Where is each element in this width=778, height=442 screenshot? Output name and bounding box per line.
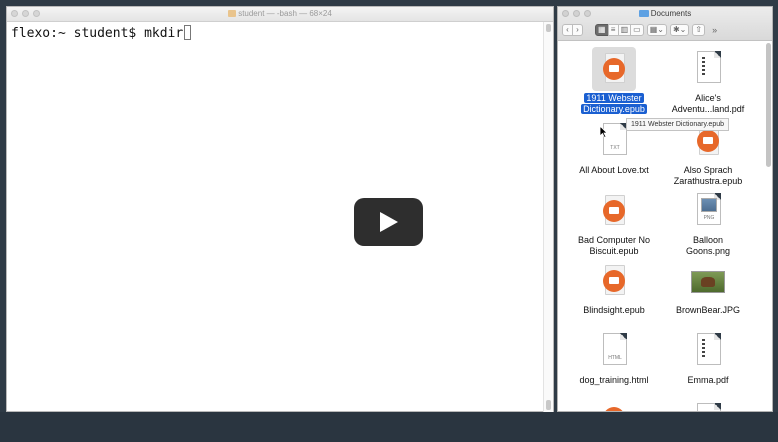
file-item[interactable]: Emma.pdf	[658, 329, 758, 386]
shell-prompt: flexo:~ student$	[11, 26, 145, 41]
video-play-button[interactable]	[354, 198, 423, 246]
html-file-icon: HTML	[592, 329, 636, 373]
file-label: Bad Computer No Biscuit.epub	[577, 235, 651, 256]
column-view-button[interactable]: ▥	[617, 24, 632, 36]
epub-file-icon	[592, 47, 636, 91]
document-file-icon	[686, 399, 730, 411]
finder-title-text: Documents	[650, 9, 692, 18]
file-item[interactable]: 1911 Webster Dictionary.epub	[564, 47, 664, 115]
file-label: Balloon Goons.png	[685, 235, 731, 256]
text-cursor	[184, 25, 192, 40]
finder-toolbar: ‹ › ▦ ≡ ▥ ▭ ▦⌄ ✱⌄ ⇧ »	[562, 23, 768, 37]
epub-file-icon	[592, 259, 636, 303]
finder-title: Documents	[558, 8, 772, 20]
file-label: All About Love.txt	[579, 165, 649, 175]
gallery-view-button[interactable]: ▭	[630, 24, 644, 36]
play-icon	[380, 212, 398, 232]
finder-scrollbar[interactable]	[766, 43, 771, 167]
view-buttons: ▦ ≡ ▥ ▭	[595, 24, 644, 36]
file-item[interactable]: Alice's Adventu...land.pdf	[658, 47, 758, 115]
terminal-scrollbar[interactable]	[543, 22, 553, 412]
nav-buttons: ‹ ›	[562, 24, 583, 36]
terminal-scrollbar-top-thumb[interactable]	[546, 24, 551, 32]
terminal-scrollbar-bottom-thumb[interactable]	[546, 400, 551, 410]
filename-tooltip: 1911 Webster Dictionary.epub	[626, 118, 729, 131]
command-text[interactable]: mkdir	[144, 26, 183, 41]
terminal-title: student — -bash — 68×24	[7, 8, 553, 20]
file-label: Emma.pdf	[687, 375, 729, 385]
file-label: Also Sprach Zarathustra.epub	[673, 165, 743, 186]
folder-icon	[638, 10, 649, 17]
video-bottom-strip	[0, 412, 778, 442]
file-label: BrownBear.JPG	[675, 305, 741, 315]
home-folder-icon	[228, 10, 237, 17]
image-file-icon: PNG	[686, 189, 730, 233]
forward-button[interactable]: ›	[572, 24, 583, 36]
action-gear-button[interactable]: ✱⌄	[669, 24, 690, 36]
terminal-title-text: student — -bash — 68×24	[238, 9, 332, 18]
icon-view-button[interactable]: ▦	[595, 24, 609, 36]
file-label: dog_training.html	[579, 375, 649, 385]
file-icon-grid[interactable]: 1911 Webster Dictionary.epub Alice's Adv…	[558, 41, 772, 411]
pdf-file-icon	[686, 47, 730, 91]
file-label: 1911 Webster Dictionary.epub	[581, 93, 647, 114]
file-item[interactable]: HTML dog_training.html	[564, 329, 664, 386]
file-item[interactable]: PNG Balloon Goons.png	[658, 189, 758, 257]
file-item[interactable]: Bad Computer No Biscuit.epub	[564, 189, 664, 257]
file-label: Blindsight.epub	[583, 305, 645, 315]
pdf-file-icon	[686, 329, 730, 373]
command-line[interactable]: flexo:~ student$ mkdir	[11, 25, 192, 41]
terminal-window[interactable]: student — -bash — 68×24 flexo:~ student$…	[6, 6, 554, 412]
finder-titlebar[interactable]: Documents ‹ › ▦ ≡ ▥ ▭ ▦⌄ ✱⌄ ⇧ »	[558, 7, 772, 41]
file-label: Alice's Adventu...land.pdf	[671, 93, 745, 114]
file-item-partial[interactable]	[564, 399, 664, 411]
file-item[interactable]: Blindsight.epub	[564, 259, 664, 316]
photo-thumbnail-icon	[686, 259, 730, 303]
arrange-button[interactable]: ▦⌄	[646, 24, 667, 36]
epub-file-icon	[592, 399, 636, 411]
share-button[interactable]: ⇧	[692, 24, 706, 36]
file-item-partial[interactable]	[658, 399, 758, 411]
toolbar-overflow-button[interactable]: »	[712, 25, 717, 35]
file-item[interactable]: BrownBear.JPG	[658, 259, 758, 316]
mouse-pointer-icon	[600, 126, 608, 138]
epub-file-icon	[592, 189, 636, 233]
terminal-body[interactable]: flexo:~ student$ mkdir	[7, 22, 553, 412]
terminal-titlebar[interactable]: student — -bash — 68×24	[7, 7, 553, 22]
finder-window[interactable]: Documents ‹ › ▦ ≡ ▥ ▭ ▦⌄ ✱⌄ ⇧ » 1911 Web…	[557, 6, 773, 412]
